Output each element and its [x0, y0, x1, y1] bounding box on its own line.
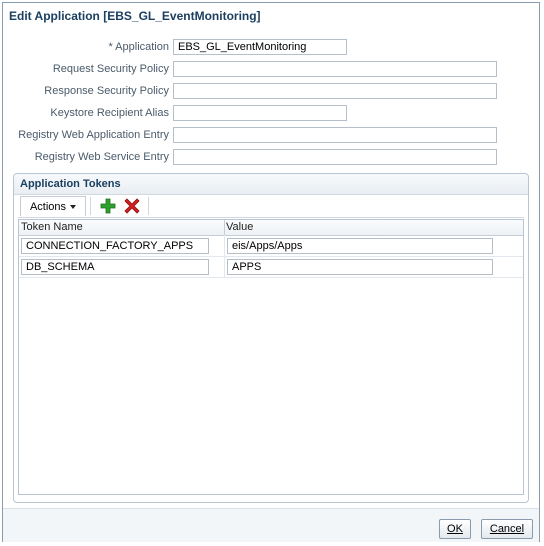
cancel-button[interactable]: Cancel: [481, 519, 533, 539]
form-row-application: * Application: [3, 39, 541, 55]
plus-icon: [100, 198, 116, 214]
application-tokens-header: Application Tokens: [14, 174, 528, 195]
edit-application-dialog: Edit Application [EBS_GL_EventMonitoring…: [2, 2, 540, 542]
ok-button[interactable]: OK: [439, 519, 471, 539]
response-security-policy-label: Response Security Policy: [44, 85, 169, 97]
table-row[interactable]: [19, 257, 523, 278]
toolbar-divider: [90, 197, 91, 215]
request-security-policy-input[interactable]: [173, 61, 497, 77]
add-token-button[interactable]: [100, 198, 116, 214]
response-security-policy-input[interactable]: [173, 83, 497, 99]
column-header-token-name[interactable]: Token Name: [21, 220, 83, 235]
request-security-policy-label: Request Security Policy: [52, 63, 169, 75]
actions-menu-button[interactable]: Actions: [20, 196, 86, 216]
token-value-input[interactable]: [227, 259, 493, 275]
delete-token-button[interactable]: [124, 198, 140, 214]
table-row[interactable]: [19, 236, 523, 257]
table-header: Token Name Value: [19, 220, 523, 236]
token-name-input[interactable]: [21, 259, 209, 275]
form-row-registry-web-service-entry: Registry Web Service Entry: [3, 149, 541, 165]
application-label: * Application: [108, 41, 169, 53]
registry-web-application-entry-label: Registry Web Application Entry: [18, 129, 169, 141]
x-icon: [124, 198, 140, 214]
registry-web-service-entry-input[interactable]: [173, 149, 497, 165]
dialog-footer: OK Cancel: [3, 508, 539, 542]
column-header-value[interactable]: Value: [226, 220, 253, 235]
token-value-input[interactable]: [227, 238, 493, 254]
tokens-table: Token Name Value: [18, 219, 524, 495]
chevron-down-icon: [70, 205, 77, 210]
registry-web-application-entry-input[interactable]: [173, 127, 497, 143]
form-row-keystore-recipient-alias: Keystore Recipient Alias: [3, 105, 541, 121]
tokens-toolbar: Actions: [18, 195, 524, 218]
form-row-registry-web-application-entry: Registry Web Application Entry: [3, 127, 541, 143]
token-name-input[interactable]: [21, 238, 209, 254]
application-tokens-panel: Application Tokens Actions Token Name Va…: [13, 173, 529, 503]
toolbar-divider: [148, 197, 149, 215]
dialog-title: Edit Application [EBS_GL_EventMonitoring…: [9, 9, 261, 23]
keystore-recipient-alias-input[interactable]: [173, 105, 347, 121]
application-input[interactable]: [173, 39, 347, 55]
application-tokens-title: Application Tokens: [20, 178, 121, 190]
registry-web-service-entry-label: Registry Web Service Entry: [34, 151, 169, 163]
actions-label: Actions: [29, 201, 67, 213]
form-row-request-security-policy: Request Security Policy: [3, 61, 541, 77]
keystore-recipient-alias-label: Keystore Recipient Alias: [50, 107, 169, 119]
form-row-response-security-policy: Response Security Policy: [3, 83, 541, 99]
column-divider: [224, 220, 225, 235]
